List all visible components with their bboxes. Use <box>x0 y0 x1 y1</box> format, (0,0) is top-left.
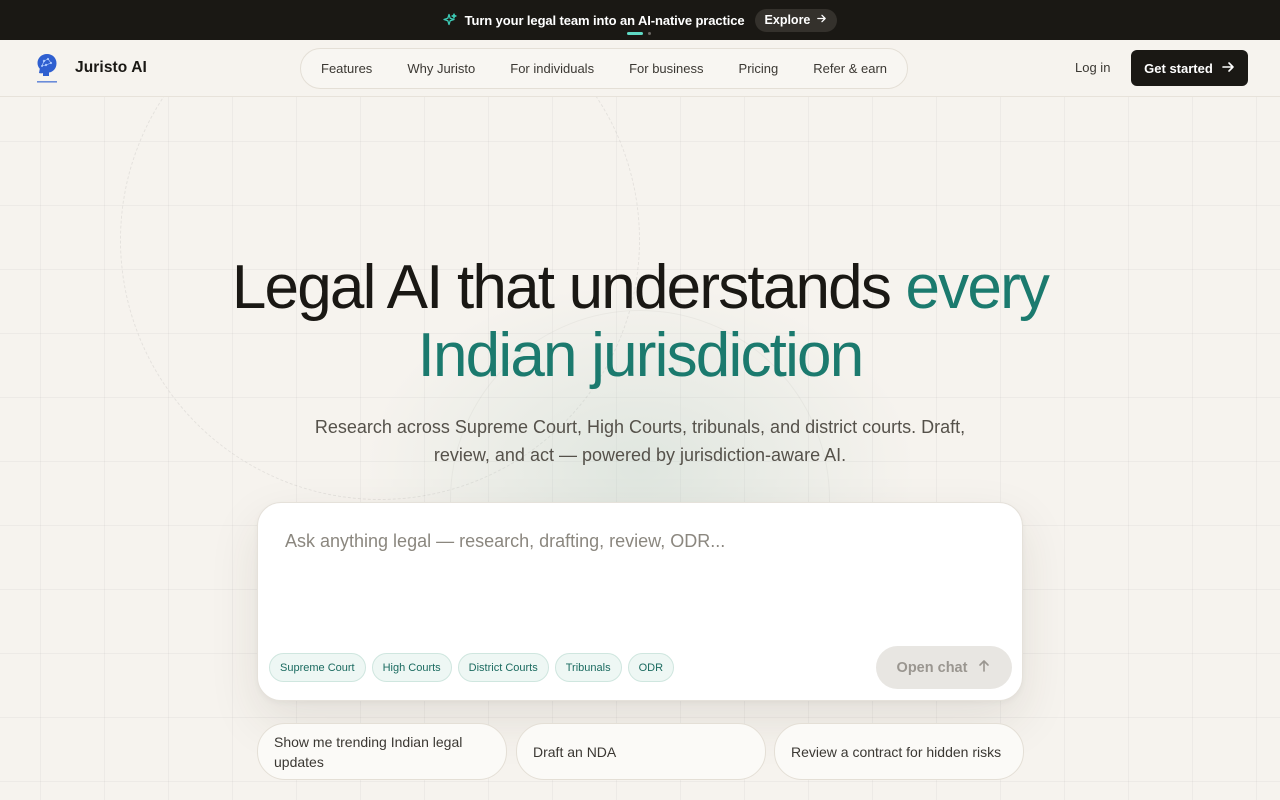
explore-label: Explore <box>764 13 811 27</box>
chip-supreme-court[interactable]: Supreme Court <box>269 653 366 682</box>
open-chat-button[interactable]: Open chat <box>876 646 1012 689</box>
brand-name: Juristo AI <box>75 59 147 76</box>
hero-title: Legal AI that understands every Indian j… <box>0 254 1280 390</box>
hero-title-text: Legal AI that understands <box>231 253 906 322</box>
announcement-bar: Turn your legal team into an AI-native p… <box>0 0 1280 40</box>
sparkle-icon <box>442 13 457 27</box>
nav-item-for-individuals[interactable]: For individuals <box>510 61 594 76</box>
jurisdiction-chips: Supreme Court High Courts District Court… <box>269 653 675 682</box>
get-started-button[interactable]: Get started <box>1131 50 1248 86</box>
suggestion-review-contract[interactable]: Review a contract for hidden risks <box>774 723 1024 780</box>
announcement-text: Turn your legal team into an AI-native p… <box>464 12 745 28</box>
login-link[interactable]: Log in <box>1075 60 1110 75</box>
hero-title-accent: Indian jurisdiction <box>417 321 865 390</box>
arrow-right-icon <box>1221 60 1235 77</box>
open-chat-label: Open chat <box>896 659 968 676</box>
nav-item-pricing[interactable]: Pricing <box>739 61 779 76</box>
carousel-dot-active[interactable] <box>627 32 643 35</box>
explore-button[interactable]: Explore <box>754 8 838 32</box>
main-nav: Features Why Juristo For individuals For… <box>300 48 908 89</box>
get-started-label: Get started <box>1144 60 1213 76</box>
arrow-up-icon <box>977 659 991 677</box>
suggestion-draft-nda[interactable]: Draft an NDA <box>516 723 766 780</box>
brain-logo-icon <box>32 51 62 85</box>
chip-odr[interactable]: ODR <box>627 653 675 682</box>
nav-item-features[interactable]: Features <box>321 61 372 76</box>
brand[interactable]: Juristo AI <box>32 51 147 85</box>
carousel-dots <box>627 32 651 35</box>
prompt-card: Supreme Court High Courts District Court… <box>257 502 1023 701</box>
nav-item-refer-earn[interactable]: Refer & earn <box>813 61 887 76</box>
navbar: Juristo AI Features Why Juristo For indi… <box>0 40 1280 97</box>
chip-district-courts[interactable]: District Courts <box>457 653 549 682</box>
hero-subtitle: Research across Supreme Court, High Cour… <box>314 417 966 465</box>
hero-title-accent: every <box>905 253 1050 322</box>
arrow-right-icon <box>816 13 827 27</box>
nav-item-for-business[interactable]: For business <box>629 61 703 76</box>
carousel-dot[interactable] <box>648 32 651 35</box>
prompt-input[interactable] <box>285 531 985 552</box>
suggestion-trending-updates[interactable]: Show me trending Indian legal updates <box>257 723 507 780</box>
chip-tribunals[interactable]: Tribunals <box>554 653 622 682</box>
chip-high-courts[interactable]: High Courts <box>371 653 452 682</box>
nav-item-why-juristo[interactable]: Why Juristo <box>407 61 475 76</box>
